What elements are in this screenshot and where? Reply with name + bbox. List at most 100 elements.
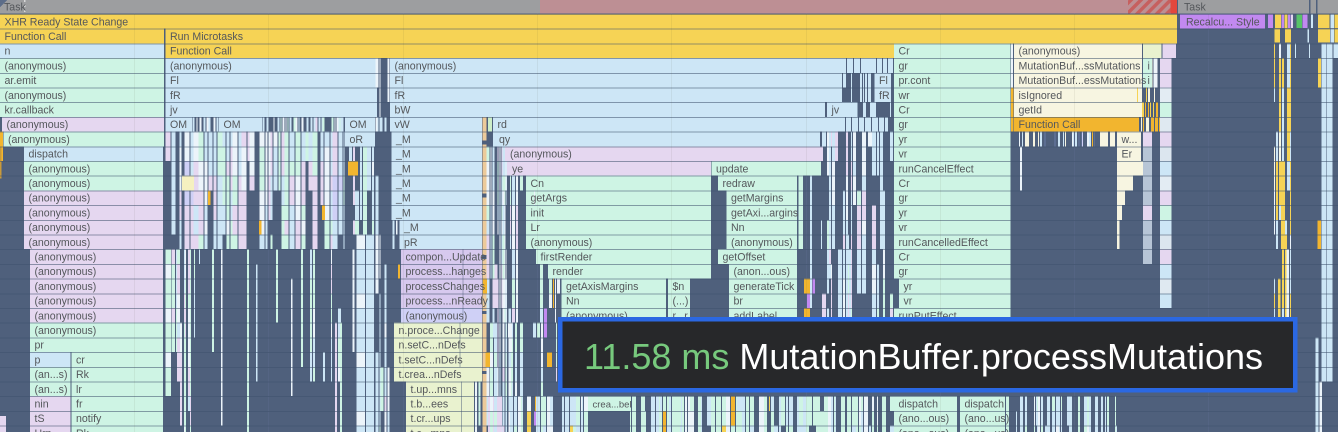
svg-text:_M: _M (403, 222, 419, 234)
svg-text:OM: OM (170, 119, 187, 131)
svg-text:(anonymous): (anonymous) (170, 60, 232, 72)
svg-text:_M: _M (395, 207, 411, 219)
svg-text:Nn: Nn (566, 296, 580, 308)
svg-text:(an...s): (an...s) (35, 369, 68, 381)
svg-text:Rk: Rk (76, 369, 90, 381)
svg-text:vr: vr (904, 296, 913, 308)
svg-text:Lr: Lr (531, 222, 541, 234)
svg-text:(anon...ous): (anon...ous) (734, 266, 791, 278)
svg-text:getAxi...argins: getAxi...argins (731, 207, 798, 219)
svg-text:(anonymous): (anonymous) (35, 325, 97, 337)
svg-text:(ano...us): (ano...us) (965, 428, 1010, 432)
svg-text:t.c...mns: t.c...mns (411, 428, 451, 432)
svg-text:oR: oR (350, 134, 364, 146)
svg-text:(anonymous): (anonymous) (29, 178, 91, 190)
svg-text:lr: lr (76, 384, 82, 396)
svg-text:(ano...ous): (ano...ous) (899, 413, 950, 425)
svg-text:(an...s): (an...s) (35, 384, 68, 396)
svg-text:(anonymous): (anonymous) (35, 252, 97, 264)
svg-text:(anonymous): (anonymous) (35, 266, 97, 278)
svg-text:_M: _M (395, 163, 411, 175)
svg-text:jv: jv (169, 105, 178, 117)
svg-text:_M: _M (395, 149, 411, 161)
svg-text:gr: gr (899, 193, 909, 205)
svg-text:dispatch: dispatch (965, 399, 1005, 411)
svg-text:t.crea...nDefs: t.crea...nDefs (399, 369, 462, 381)
svg-text:OM: OM (350, 119, 367, 131)
svg-text:11.58 ms MutationBuffer.proces: 11.58 ms MutationBuffer.processMutations (584, 336, 1263, 377)
svg-text:nin: nin (35, 399, 49, 411)
svg-text:vr: vr (899, 149, 908, 161)
svg-text:fR: fR (170, 90, 181, 102)
svg-text:(anonymous): (anonymous) (510, 149, 572, 161)
svg-text:Function Call: Function Call (5, 31, 67, 43)
svg-text:crea...bel: crea...bel (593, 400, 632, 411)
svg-text:notify: notify (76, 413, 102, 425)
svg-text:firstRender: firstRender (541, 252, 593, 264)
svg-text:(...): (...) (673, 296, 689, 308)
svg-text:t.cr...ups: t.cr...ups (411, 413, 451, 425)
svg-text:getOffset: getOffset (723, 252, 766, 264)
svg-text:(anonymous): (anonymous) (731, 237, 793, 249)
svg-text:wr: wr (898, 90, 911, 102)
svg-text:cr: cr (76, 354, 85, 366)
svg-text:Task: Task (1184, 1, 1206, 13)
svg-text:processChanges: processChanges (406, 281, 486, 293)
svg-text:Cr: Cr (899, 105, 911, 117)
svg-text:yr: yr (904, 281, 913, 293)
svg-text:br: br (734, 296, 744, 308)
svg-text:pR: pR (404, 237, 418, 249)
svg-text:t.setC...nDefs: t.setC...nDefs (399, 354, 463, 366)
svg-text:OM: OM (224, 119, 241, 131)
svg-text:getMargins: getMargins (731, 193, 783, 205)
svg-text:i: i (1148, 60, 1150, 72)
svg-text:i: i (1148, 75, 1150, 87)
svg-text:_M: _M (395, 193, 411, 205)
svg-text:MutationBuf...essMutations: MutationBuf...essMutations (1019, 75, 1147, 87)
svg-text:tS: tS (35, 413, 45, 425)
svg-text:bW: bW (395, 105, 411, 117)
svg-text:(anonymous): (anonymous) (7, 119, 69, 131)
svg-text:dispatch: dispatch (899, 399, 939, 411)
svg-text:gr: gr (899, 60, 909, 72)
svg-text:Hrp: Hrp (35, 428, 52, 432)
svg-text:(anonymous): (anonymous) (406, 310, 468, 322)
svg-text:(anonymous): (anonymous) (35, 281, 97, 293)
svg-text:jv: jv (831, 105, 840, 117)
svg-text:t.b...ees: t.b...ees (411, 399, 449, 411)
svg-text:(anonymous): (anonymous) (5, 90, 67, 102)
svg-text:Er: Er (1122, 149, 1133, 161)
svg-text:Cr: Cr (899, 252, 911, 264)
svg-text:qy: qy (499, 134, 511, 146)
svg-text:(anonymous): (anonymous) (1019, 46, 1081, 58)
svg-text:yr: yr (899, 207, 908, 219)
svg-text:Task: Task (4, 1, 26, 13)
svg-text:_M: _M (395, 178, 411, 190)
svg-text:t.up...mns: t.up...mns (411, 384, 458, 396)
svg-text:runCancelledEffect: runCancelledEffect (899, 237, 988, 249)
svg-text:Rk: Rk (76, 428, 90, 432)
svg-text:(anonymous): (anonymous) (29, 207, 91, 219)
svg-text:Run Microtasks: Run Microtasks (170, 31, 243, 43)
svg-text:p: p (35, 354, 41, 366)
svg-text:generateTick: generateTick (734, 281, 796, 293)
svg-text:w...: w... (1121, 134, 1138, 146)
svg-text:n: n (5, 46, 11, 58)
svg-text:(anonymous): (anonymous) (29, 193, 91, 205)
svg-text:getId: getId (1019, 105, 1043, 117)
svg-text:(anonymous): (anonymous) (8, 134, 70, 146)
svg-text:fr: fr (76, 399, 83, 411)
svg-text:render: render (553, 266, 584, 278)
svg-text:redraw: redraw (723, 178, 756, 190)
svg-text:ye: ye (512, 163, 523, 175)
svg-text:update: update (716, 163, 749, 175)
svg-text:Nn: Nn (731, 222, 745, 234)
svg-text:gr: gr (899, 119, 909, 131)
svg-text:Function Call: Function Call (1019, 119, 1081, 131)
svg-text:gr: gr (899, 266, 909, 278)
svg-text:fR: fR (879, 90, 890, 102)
svg-text:n.proce...Change: n.proce...Change (399, 325, 480, 337)
svg-text:Function Call: Function Call (170, 46, 232, 58)
svg-text:(anonymous): (anonymous) (35, 310, 97, 322)
svg-text:Fl: Fl (395, 75, 404, 87)
